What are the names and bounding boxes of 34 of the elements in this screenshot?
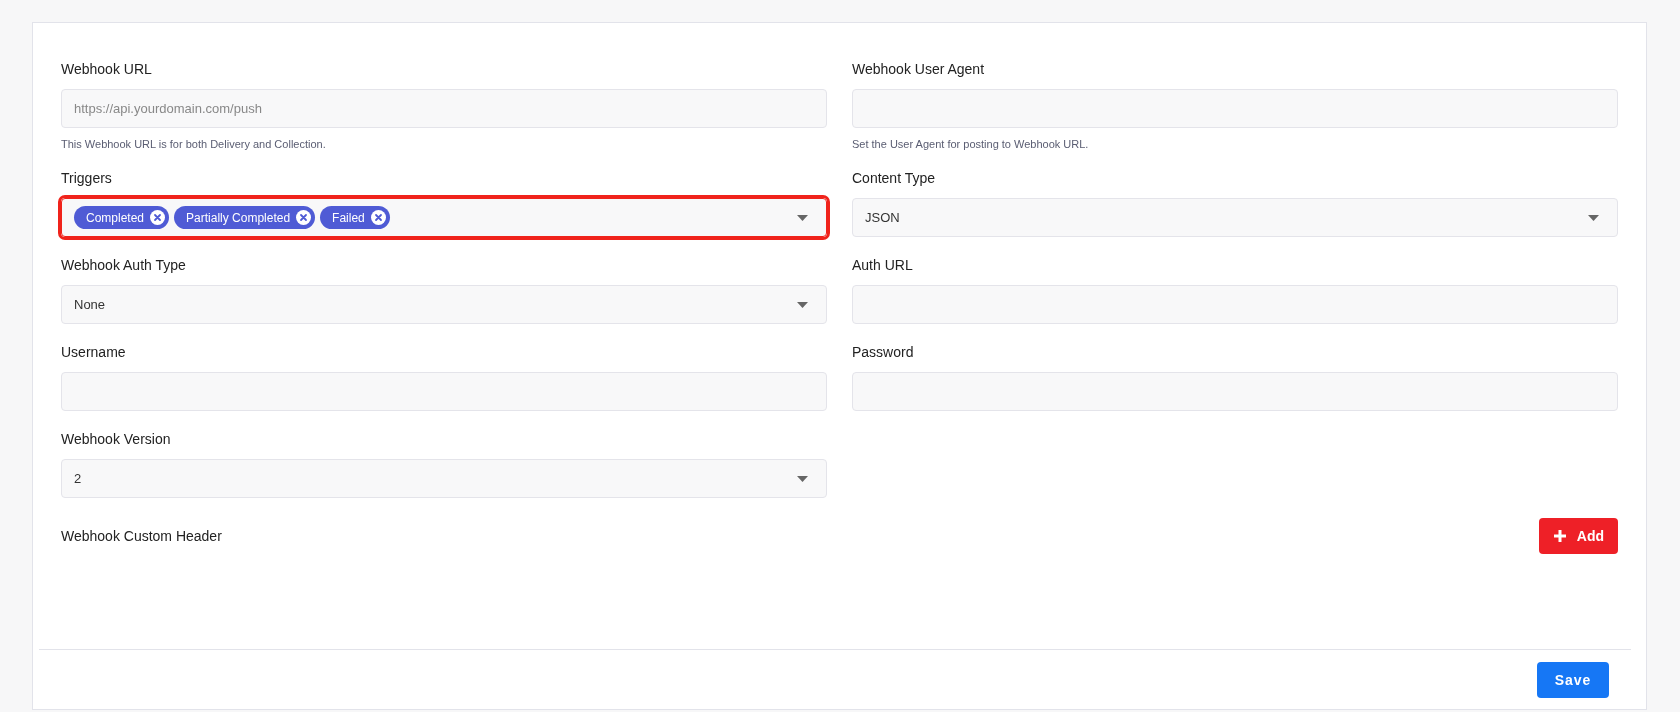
caret-icon bbox=[1588, 214, 1599, 221]
field-label: Webhook URL bbox=[61, 61, 153, 77]
input-field[interactable] bbox=[852, 285, 1618, 324]
plus-icon bbox=[1552, 529, 1567, 543]
select-field[interactable]: 2 bbox=[61, 459, 827, 498]
remove-icon[interactable] bbox=[150, 210, 166, 225]
remove-icon[interactable] bbox=[370, 210, 386, 225]
select-field[interactable]: JSON bbox=[852, 198, 1618, 237]
add-button[interactable]: Add bbox=[1538, 518, 1618, 554]
remove-icon[interactable] bbox=[296, 210, 312, 225]
input-field[interactable] bbox=[852, 89, 1618, 128]
caret-icon bbox=[797, 301, 808, 308]
caret-icon bbox=[797, 214, 808, 221]
help-text: Set the User Agent for posting to Webhook URL. bbox=[852, 138, 1090, 150]
tag-chip[interactable]: Partially Completed bbox=[174, 206, 316, 229]
tag-chip[interactable]: Failed bbox=[320, 206, 390, 229]
input-field[interactable]: https://api.yourdomain.com/push bbox=[61, 89, 827, 128]
field-label: Webhook Auth Type bbox=[61, 257, 187, 273]
input-field[interactable] bbox=[852, 372, 1618, 411]
field-label: Username bbox=[61, 344, 127, 360]
field-label: Webhook Custom Header bbox=[61, 528, 222, 544]
select-field[interactable]: None bbox=[61, 285, 827, 324]
field-label: Webhook Version bbox=[61, 431, 172, 447]
help-text: This Webhook URL is for both Delivery and Collection. bbox=[61, 138, 327, 150]
caret-icon bbox=[797, 475, 808, 482]
tag-chip[interactable]: Completed bbox=[74, 206, 170, 229]
field-label: Webhook User Agent bbox=[852, 61, 986, 77]
multi-select-field[interactable]: Completed Partially Completed Failed bbox=[61, 198, 827, 237]
save-button[interactable]: Save bbox=[1537, 662, 1609, 698]
field-label: Password bbox=[852, 344, 915, 360]
input-field[interactable] bbox=[61, 372, 827, 411]
field-label: Auth URL bbox=[852, 257, 914, 273]
field-label: Triggers bbox=[61, 170, 113, 186]
field-label: Content Type bbox=[852, 170, 937, 186]
